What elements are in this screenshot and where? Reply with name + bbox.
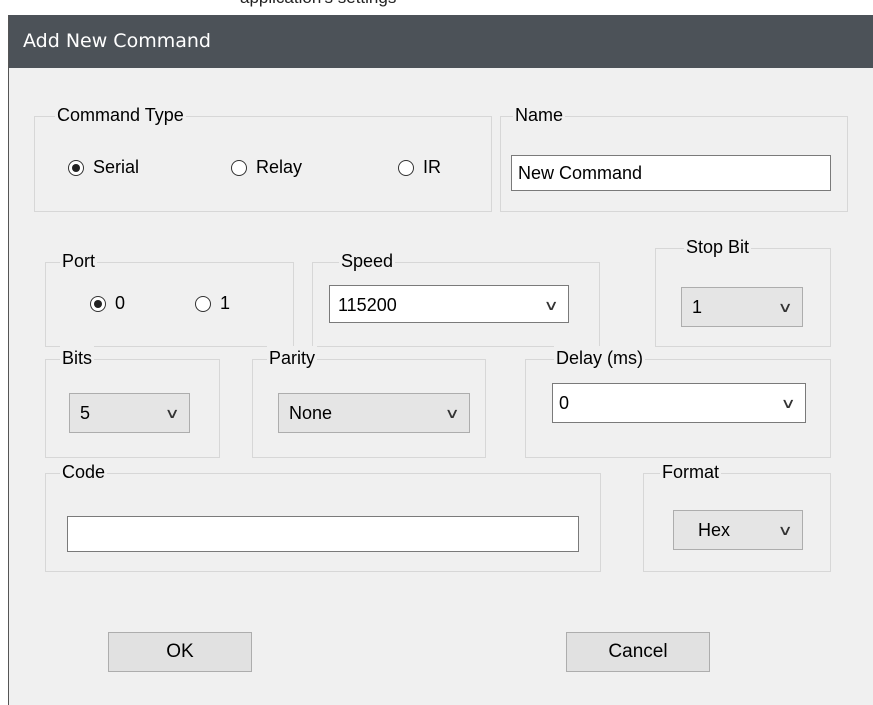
speed-dropdown[interactable]: 115200 ∨	[329, 285, 569, 323]
name-input[interactable]: New Command	[511, 155, 831, 191]
radio-circle-icon	[68, 159, 84, 176]
chevron-down-icon[interactable]: ∨	[780, 384, 795, 422]
stop-bit-dropdown[interactable]: 1 ∨	[681, 287, 803, 327]
chevron-down-icon[interactable]: ∨	[543, 286, 558, 324]
delay-group: Delay (ms) 0 ∨	[525, 346, 831, 458]
radio-circle-icon	[398, 159, 414, 176]
speed-group: Speed 115200 ∨	[312, 249, 600, 347]
format-dropdown[interactable]: Hex ∨	[673, 510, 803, 550]
format-label: Format	[660, 460, 722, 484]
bits-group: Bits 5 ∨	[45, 346, 220, 458]
cancel-button[interactable]: Cancel	[566, 632, 710, 672]
radio-relay-label: Relay	[256, 157, 303, 177]
radio-port-0-label: 0	[115, 293, 126, 313]
ok-button[interactable]: OK	[108, 632, 252, 672]
radio-circle-icon	[231, 159, 247, 176]
parity-group: Parity None ∨	[252, 346, 486, 458]
radio-selected-dot-icon	[72, 163, 80, 172]
format-group: Format Hex ∨	[643, 460, 831, 572]
name-group: Name New Command	[500, 103, 848, 212]
speed-value: 115200	[338, 295, 397, 315]
parity-label: Parity	[267, 346, 318, 370]
bits-label: Bits	[60, 346, 95, 370]
radio-selected-dot-icon	[94, 299, 102, 308]
radio-circle-icon	[90, 295, 106, 312]
delay-value: 0	[559, 393, 570, 413]
command-type-group: Command Type Serial Relay IR	[34, 103, 492, 212]
radio-port-1-label: 1	[220, 293, 231, 313]
port-label: Port	[60, 249, 98, 273]
stop-bit-group: Stop Bit 1 ∨	[655, 235, 831, 347]
partial-page-text: application's settings	[240, 0, 396, 8]
radio-relay[interactable]: Relay	[231, 157, 302, 178]
bits-dropdown[interactable]: 5 ∨	[69, 393, 190, 433]
name-label: Name	[513, 103, 566, 127]
port-group: Port 0 1	[45, 249, 294, 347]
command-type-label: Command Type	[55, 103, 186, 127]
radio-port-1[interactable]: 1	[195, 293, 230, 314]
parity-dropdown[interactable]: None ∨	[278, 393, 470, 433]
dialog-title: Add New Command	[9, 15, 873, 68]
chevron-down-icon[interactable]: ∨	[777, 511, 792, 549]
radio-serial-label: Serial	[93, 157, 140, 177]
radio-ir[interactable]: IR	[398, 157, 441, 178]
radio-serial[interactable]: Serial	[68, 157, 139, 178]
format-value: Hex	[698, 520, 731, 540]
radio-port-0[interactable]: 0	[90, 293, 125, 314]
code-input[interactable]	[67, 516, 579, 552]
radio-circle-icon	[195, 295, 211, 312]
bits-value: 5	[80, 403, 91, 423]
code-label: Code	[60, 460, 108, 484]
chevron-down-icon[interactable]: ∨	[164, 394, 179, 432]
radio-ir-label: IR	[423, 157, 441, 177]
chevron-down-icon[interactable]: ∨	[444, 394, 459, 432]
delay-dropdown[interactable]: 0 ∨	[552, 383, 806, 423]
delay-label: Delay (ms)	[554, 346, 646, 370]
parity-value: None	[289, 403, 333, 423]
stop-bit-value: 1	[692, 297, 703, 317]
chevron-down-icon[interactable]: ∨	[777, 288, 792, 326]
code-group: Code	[45, 460, 601, 572]
stop-bit-label: Stop Bit	[684, 235, 752, 259]
speed-label: Speed	[339, 249, 396, 273]
add-command-dialog: Add New Command Command Type Serial Rela…	[8, 15, 873, 705]
